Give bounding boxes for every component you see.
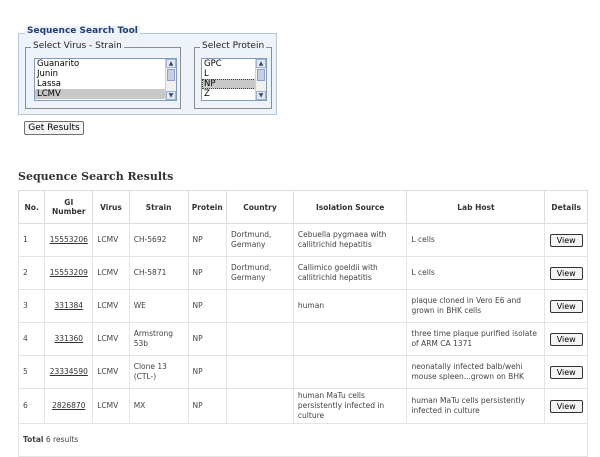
virus-option-lassa[interactable]: Lassa bbox=[35, 79, 176, 89]
cell-strain: CH-5871 bbox=[128, 256, 189, 290]
col-no: No. bbox=[17, 190, 46, 224]
cell-no: 1 bbox=[17, 223, 46, 257]
cell-protein: NP bbox=[187, 322, 228, 356]
cell-host: plaque cloned in Vero E6 and grown in BH… bbox=[406, 289, 546, 323]
cell-country: Dortmund, Germany bbox=[226, 223, 294, 257]
cell-source: Callimico goeldii with callitrichid hepa… bbox=[292, 256, 408, 290]
cell-host: L cells bbox=[406, 223, 546, 257]
cell-virus: LCMV bbox=[92, 322, 130, 356]
get-results-button[interactable]: Get Results bbox=[24, 121, 84, 135]
cell-no: 3 bbox=[17, 289, 46, 323]
cell-virus: LCMV bbox=[92, 289, 130, 323]
table-header-row: No. GI Number Virus Strain Protein Count… bbox=[17, 190, 588, 224]
view-button[interactable]: View bbox=[549, 365, 583, 379]
virus-option-guanarito[interactable]: Guanarito bbox=[35, 59, 176, 69]
cell-host: neonatally infected balb/wehi mouse sple… bbox=[406, 355, 546, 389]
scroll-thumb[interactable] bbox=[167, 69, 175, 81]
results-title: Sequence Search Results bbox=[18, 170, 174, 183]
tool-title: Sequence Search Tool bbox=[25, 26, 140, 36]
cell-protein: NP bbox=[187, 223, 228, 257]
cell-source: Cebuella pygmaea with callitrichid hepat… bbox=[292, 223, 408, 257]
cell-no: 5 bbox=[17, 355, 46, 389]
col-protein: Protein bbox=[187, 190, 228, 224]
total-row: Total 6 results bbox=[18, 423, 588, 457]
cell-host: L cells bbox=[406, 256, 546, 290]
table-row: 3 331384 LCMV WE NP human plaque cloned … bbox=[17, 289, 588, 323]
cell-source: human MaTu cells persistently infected i… bbox=[292, 388, 408, 424]
cell-country bbox=[226, 322, 294, 356]
total-value: 6 results bbox=[45, 435, 79, 444]
cell-strain: Clone 13 (CTL-) bbox=[128, 355, 189, 389]
cell-host: human MaTu cells persistently infected i… bbox=[406, 388, 546, 424]
cell-country bbox=[226, 289, 294, 323]
cell-no: 6 bbox=[17, 388, 46, 424]
cell-host: three time plaque purified isolate of AR… bbox=[406, 322, 546, 356]
total-label: Total bbox=[23, 435, 44, 444]
cell-no: 4 bbox=[17, 322, 46, 356]
virus-scrollbar[interactable]: ▲ ▼ bbox=[165, 59, 176, 100]
cell-source: human bbox=[292, 289, 408, 323]
scroll-up-icon[interactable]: ▲ bbox=[166, 59, 176, 68]
gi-link[interactable]: 331360 bbox=[54, 334, 83, 343]
gi-link[interactable]: 2826870 bbox=[52, 401, 85, 410]
table-row: 2 15553209 LCMV CH-5871 NP Dortmund, Ger… bbox=[17, 256, 588, 290]
cell-virus: LCMV bbox=[92, 355, 130, 389]
scroll-up-icon[interactable]: ▲ bbox=[256, 59, 266, 68]
view-button[interactable]: View bbox=[549, 266, 583, 280]
table-row: 1 15553206 LCMV CH-5692 NP Dortmund, Ger… bbox=[17, 223, 588, 257]
protein-scrollbar[interactable]: ▲ ▼ bbox=[255, 59, 266, 100]
cell-strain: WE bbox=[128, 289, 189, 323]
gi-link[interactable]: 331384 bbox=[54, 301, 83, 310]
col-details: Details bbox=[544, 190, 588, 224]
view-button[interactable]: View bbox=[549, 233, 583, 247]
sequence-search-tool: Sequence Search Tool Select Virus - Stra… bbox=[18, 26, 277, 115]
cell-country bbox=[226, 355, 294, 389]
col-virus: Virus bbox=[92, 190, 130, 224]
col-lab-host: Lab Host bbox=[406, 190, 546, 224]
col-gi-number: GI Number bbox=[44, 190, 94, 224]
table-row: 6 2826870 LCMV MX NP human MaTu cells pe… bbox=[17, 388, 588, 424]
protein-fieldset: Select Protein GPC L NP Z ▲ ▼ bbox=[194, 41, 272, 109]
cell-virus: LCMV bbox=[92, 223, 130, 257]
cell-protein: NP bbox=[187, 355, 228, 389]
cell-source bbox=[292, 355, 408, 389]
table-row: 5 23334590 LCMV Clone 13 (CTL-) NP neona… bbox=[17, 355, 588, 389]
virus-option-junin[interactable]: Junin bbox=[35, 69, 176, 79]
protein-legend: Select Protein bbox=[200, 41, 267, 51]
col-isolation-source: Isolation Source bbox=[292, 190, 408, 224]
cell-no: 2 bbox=[17, 256, 46, 290]
view-button[interactable]: View bbox=[549, 399, 583, 413]
virus-option-lcmv[interactable]: LCMV bbox=[35, 89, 176, 99]
cell-strain: CH-5692 bbox=[128, 223, 189, 257]
cell-protein: NP bbox=[187, 388, 228, 424]
view-button[interactable]: View bbox=[549, 332, 583, 346]
cell-strain: MX bbox=[128, 388, 189, 424]
scroll-thumb[interactable] bbox=[257, 69, 265, 81]
cell-source bbox=[292, 322, 408, 356]
cell-strain: Armstrong 53b bbox=[128, 322, 189, 356]
scroll-down-icon[interactable]: ▼ bbox=[256, 91, 266, 100]
cell-country bbox=[226, 388, 294, 424]
scroll-down-icon[interactable]: ▼ bbox=[166, 91, 176, 100]
cell-virus: LCMV bbox=[92, 256, 130, 290]
results-table: No. GI Number Virus Strain Protein Count… bbox=[17, 190, 588, 457]
protein-select[interactable]: GPC L NP Z ▲ ▼ bbox=[201, 58, 267, 101]
view-button[interactable]: View bbox=[549, 299, 583, 313]
gi-link[interactable]: 15553209 bbox=[50, 268, 88, 277]
cell-protein: NP bbox=[187, 289, 228, 323]
virus-select[interactable]: Guanarito Junin Lassa LCMV ▲ ▼ bbox=[34, 58, 177, 101]
col-strain: Strain bbox=[128, 190, 189, 224]
table-row: 4 331360 LCMV Armstrong 53b NP three tim… bbox=[17, 322, 588, 356]
col-country: Country bbox=[226, 190, 294, 224]
virus-legend: Select Virus - Strain bbox=[31, 41, 124, 51]
virus-fieldset: Select Virus - Strain Guanarito Junin La… bbox=[25, 41, 181, 109]
gi-link[interactable]: 23334590 bbox=[50, 367, 88, 376]
cell-virus: LCMV bbox=[92, 388, 130, 424]
cell-protein: NP bbox=[187, 256, 228, 290]
cell-country: Dortmund, Germany bbox=[226, 256, 294, 290]
gi-link[interactable]: 15553206 bbox=[50, 235, 88, 244]
